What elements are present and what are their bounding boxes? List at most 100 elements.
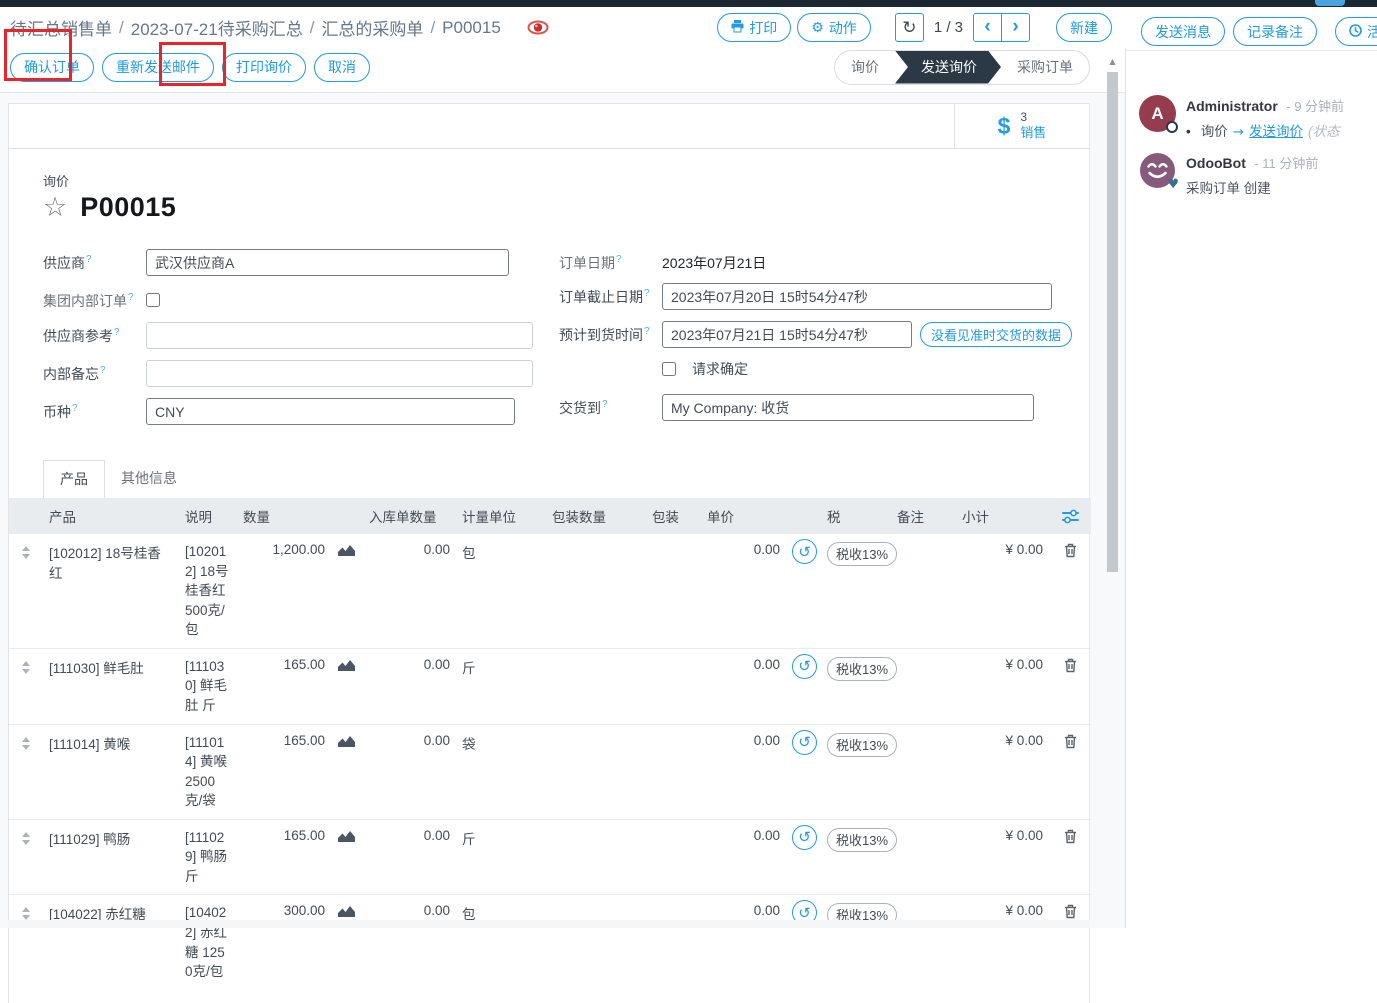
- tax-tag[interactable]: 税收13%: [827, 542, 897, 566]
- order-deadline-input[interactable]: [662, 283, 1052, 310]
- pager-previous-button[interactable]: ‹: [973, 13, 1002, 42]
- deliver-to-input[interactable]: [662, 394, 1034, 421]
- refresh-button[interactable]: ↻: [895, 13, 924, 42]
- tax-tag[interactable]: 税收13%: [827, 733, 897, 757]
- tab-products[interactable]: 产品: [43, 460, 105, 498]
- cell-pkg[interactable]: [646, 648, 701, 724]
- print-button[interactable]: 打印: [717, 13, 791, 42]
- cell-received-qty[interactable]: 0.00: [363, 648, 456, 724]
- optional-columns-icon[interactable]: [1062, 509, 1079, 524]
- reset-price-icon[interactable]: ↺: [792, 730, 817, 755]
- cell-received-qty[interactable]: 0.00: [363, 724, 456, 819]
- cell-pkg[interactable]: [646, 724, 701, 819]
- drag-handle-icon[interactable]: [15, 542, 37, 559]
- delete-line-icon[interactable]: [1064, 658, 1077, 673]
- cell-note[interactable]: [891, 648, 956, 724]
- cell-description[interactable]: [102012] 18号桂香红 500克/包: [179, 534, 237, 648]
- cell-qty[interactable]: 1,200.00: [237, 534, 331, 648]
- delete-line-icon[interactable]: [1064, 543, 1077, 558]
- forecast-chart-icon[interactable]: [337, 904, 356, 918]
- currency-input[interactable]: [146, 398, 515, 425]
- drag-handle-icon[interactable]: [15, 657, 37, 674]
- cell-received-qty[interactable]: 0.00: [363, 819, 456, 895]
- print-rfq-button[interactable]: 打印询价: [222, 53, 306, 82]
- tab-other-info[interactable]: 其他信息: [105, 460, 193, 498]
- delete-line-icon[interactable]: [1064, 904, 1077, 919]
- cell-note[interactable]: [891, 895, 956, 990]
- cell-unit-price[interactable]: 0.00: [701, 819, 786, 895]
- drag-handle-icon[interactable]: [15, 733, 37, 750]
- cell-note[interactable]: [891, 534, 956, 648]
- expected-arrival-input[interactable]: [662, 321, 912, 348]
- cell-description[interactable]: [111014] 黄喉 2500克/袋: [179, 724, 237, 819]
- cell-pkg-qty[interactable]: [546, 534, 646, 648]
- cell-pkg-qty[interactable]: [546, 724, 646, 819]
- breadcrumb-item-2[interactable]: 2023-07-21待采购汇总: [131, 15, 303, 40]
- reset-price-icon[interactable]: ↺: [792, 825, 817, 850]
- cell-note[interactable]: [891, 724, 956, 819]
- breadcrumb-item-1[interactable]: 待汇总销售单: [10, 15, 112, 40]
- delete-line-icon[interactable]: [1064, 734, 1077, 749]
- cancel-button[interactable]: 取消: [314, 53, 370, 82]
- cell-qty[interactable]: 165.00: [237, 819, 331, 895]
- favorite-star-icon[interactable]: ☆: [43, 194, 67, 221]
- stage-rfq[interactable]: 询价: [835, 51, 895, 84]
- delete-line-icon[interactable]: [1064, 829, 1077, 844]
- cell-description[interactable]: [111029] 鸭肠 斤: [179, 819, 237, 895]
- cell-pkg[interactable]: [646, 534, 701, 648]
- sales-stat-button[interactable]: $ 3 销售: [954, 104, 1089, 148]
- reset-price-icon[interactable]: ↺: [792, 654, 817, 679]
- cell-received-qty[interactable]: 0.00: [363, 895, 456, 990]
- confirm-order-button[interactable]: 确认订单: [10, 53, 94, 82]
- cell-uom[interactable]: 斤: [456, 819, 546, 895]
- scrollbar-thumb[interactable]: [1107, 72, 1118, 572]
- cell-unit-price[interactable]: 0.00: [701, 648, 786, 724]
- cell-received-qty[interactable]: 0.00: [363, 534, 456, 648]
- stage-purchase-order[interactable]: 采购订单: [1001, 51, 1089, 84]
- cell-description[interactable]: [104022] 赤红糖 1250克/包: [179, 895, 237, 990]
- send-message-button[interactable]: 发送消息: [1141, 17, 1225, 46]
- cell-qty[interactable]: 165.00: [237, 724, 331, 819]
- tax-tag[interactable]: 税收13%: [827, 657, 897, 681]
- supplier-input[interactable]: [146, 249, 509, 276]
- ask-confirmation-checkbox[interactable]: [662, 362, 676, 376]
- new-button[interactable]: 新建: [1056, 13, 1112, 42]
- cell-product[interactable]: [104022] 赤红糖: [43, 895, 179, 990]
- eye-icon[interactable]: [527, 20, 549, 35]
- forecast-chart-icon[interactable]: [337, 829, 356, 843]
- tracking-new-value[interactable]: 发送询价: [1249, 124, 1303, 139]
- vendor-ref-input[interactable]: [146, 322, 533, 349]
- activity-button[interactable]: 活动: [1335, 17, 1377, 46]
- log-note-button[interactable]: 记录备注: [1233, 17, 1317, 46]
- cell-uom[interactable]: 袋: [456, 724, 546, 819]
- cell-product[interactable]: [102012] 18号桂香红: [43, 534, 179, 648]
- action-button[interactable]: ⚙ 动作: [797, 13, 871, 42]
- cell-pkg[interactable]: [646, 895, 701, 990]
- cell-unit-price[interactable]: 0.00: [701, 534, 786, 648]
- cell-uom[interactable]: 包: [456, 534, 546, 648]
- cell-pkg-qty[interactable]: [546, 648, 646, 724]
- cell-uom[interactable]: 包: [456, 895, 546, 990]
- pager-next-button[interactable]: ›: [1001, 13, 1030, 42]
- resend-email-button[interactable]: 重新发送邮件: [102, 53, 214, 82]
- forecast-chart-icon[interactable]: [337, 543, 356, 557]
- cell-qty[interactable]: 300.00: [237, 895, 331, 990]
- on-time-delivery-hint-button[interactable]: 没看见准时交货的数据: [920, 322, 1072, 347]
- stage-rfq-sent[interactable]: 发送询价: [895, 51, 1001, 84]
- cell-description[interactable]: [111030] 鲜毛肚 斤: [179, 648, 237, 724]
- cell-qty[interactable]: 165.00: [237, 648, 331, 724]
- cell-product[interactable]: [111030] 鲜毛肚: [43, 648, 179, 724]
- cell-unit-price[interactable]: 0.00: [701, 724, 786, 819]
- cell-pkg[interactable]: [646, 819, 701, 895]
- forecast-chart-icon[interactable]: [337, 658, 356, 672]
- cell-product[interactable]: [111014] 黄喉: [43, 724, 179, 819]
- cell-product[interactable]: [111029] 鸭肠: [43, 819, 179, 895]
- forecast-chart-icon[interactable]: [337, 734, 356, 748]
- tax-tag[interactable]: 税收13%: [827, 828, 897, 852]
- internal-note-input[interactable]: [146, 360, 533, 387]
- reset-price-icon[interactable]: ↺: [792, 539, 817, 564]
- drag-handle-icon[interactable]: [15, 903, 37, 920]
- cell-unit-price[interactable]: 0.00: [701, 895, 786, 990]
- cell-pkg-qty[interactable]: [546, 895, 646, 990]
- breadcrumb-item-3[interactable]: 汇总的采购单: [321, 15, 423, 40]
